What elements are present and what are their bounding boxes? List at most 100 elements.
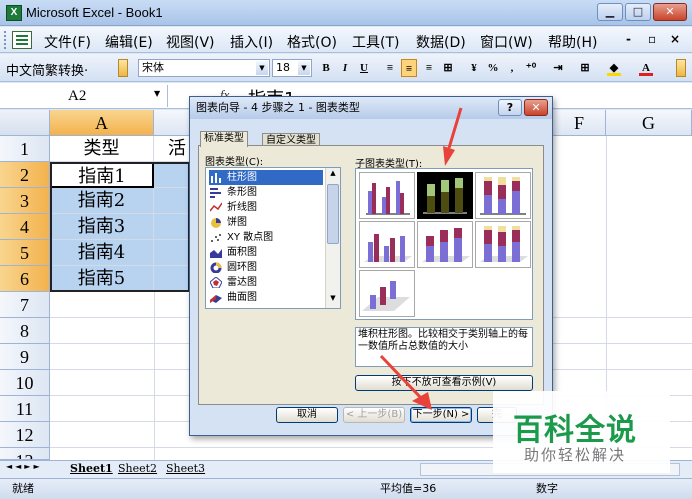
- cell-b4[interactable]: [154, 214, 190, 240]
- font-size-select[interactable]: 18 ▼: [272, 59, 312, 77]
- row-header[interactable]: 13: [0, 448, 50, 460]
- select-all-corner[interactable]: [0, 110, 50, 136]
- menu-help[interactable]: 帮助(H): [548, 32, 597, 52]
- row-header[interactable]: 6: [0, 266, 50, 292]
- menu-format[interactable]: 格式(O): [287, 32, 337, 52]
- tab-sheet2[interactable]: Sheet2: [118, 461, 157, 477]
- tab-standard-types[interactable]: 标准类型: [200, 131, 248, 147]
- doc-restore-button[interactable]: ▫: [648, 32, 656, 46]
- list-scrollbar[interactable]: ▲ ▼: [325, 168, 340, 308]
- scroll-up-icon[interactable]: ▲: [327, 169, 339, 182]
- cell-a6[interactable]: 指南5: [50, 266, 154, 292]
- name-box[interactable]: A2: [0, 85, 168, 107]
- increase-decimal-icon[interactable]: ⁺⁰: [523, 59, 539, 77]
- column-header-g[interactable]: G: [606, 110, 692, 136]
- cell-a5[interactable]: 指南4: [50, 240, 154, 266]
- tab-sheet1[interactable]: Sheet1: [70, 461, 113, 477]
- font-color-icon[interactable]: A: [638, 59, 654, 77]
- menu-window[interactable]: 窗口(W): [480, 32, 533, 52]
- list-item-bar[interactable]: 条形图: [209, 185, 323, 200]
- row-header[interactable]: 12: [0, 422, 50, 448]
- chevron-down-icon[interactable]: ▼: [298, 61, 310, 75]
- list-item-column[interactable]: 柱形图: [209, 170, 323, 185]
- list-item-doughnut[interactable]: 圆环图: [209, 260, 323, 275]
- menu-data[interactable]: 数据(D): [416, 32, 466, 52]
- cell-a1[interactable]: 类型: [50, 136, 154, 162]
- preview-sample-button[interactable]: 按下不放可查看示例(V): [355, 375, 533, 391]
- borders-icon[interactable]: ⊞: [577, 59, 593, 77]
- menu-view[interactable]: 视图(V): [166, 32, 215, 52]
- cell-b1[interactable]: 活: [154, 136, 190, 162]
- cell-b6[interactable]: [154, 266, 190, 292]
- cell-b5[interactable]: [154, 240, 190, 266]
- row-header[interactable]: 3: [0, 188, 50, 214]
- font-name-select[interactable]: 宋体 ▼: [138, 59, 270, 77]
- menu-tools[interactable]: 工具(T): [352, 32, 399, 52]
- merge-center-icon[interactable]: ⊞: [440, 59, 456, 77]
- subtype-3d-column[interactable]: [359, 270, 415, 317]
- tab-sheet3[interactable]: Sheet3: [166, 461, 205, 477]
- doc-close-button[interactable]: ×: [670, 32, 680, 46]
- workbook-icon[interactable]: [12, 31, 32, 49]
- column-header-a[interactable]: A: [50, 110, 154, 136]
- row-header[interactable]: 11: [0, 396, 50, 422]
- cell-b2[interactable]: [154, 162, 190, 188]
- subtype-3d-100-stacked-column[interactable]: [475, 221, 531, 268]
- help-button[interactable]: ?: [498, 99, 522, 116]
- menu-file[interactable]: 文件(F): [44, 32, 91, 52]
- row-header[interactable]: 10: [0, 370, 50, 396]
- cell-b3[interactable]: [154, 188, 190, 214]
- italic-button[interactable]: I: [337, 59, 353, 77]
- doc-minimize-button[interactable]: -: [626, 32, 631, 46]
- maximize-button[interactable]: □: [625, 3, 651, 21]
- menu-insert[interactable]: 插入(I): [230, 32, 273, 52]
- underline-button[interactable]: U: [356, 59, 372, 77]
- list-item-surface[interactable]: 曲面图: [209, 290, 323, 305]
- cancel-button[interactable]: 取消: [276, 407, 338, 423]
- row-header[interactable]: 8: [0, 318, 50, 344]
- menu-edit[interactable]: 编辑(E): [105, 32, 153, 52]
- subtype-clustered-column[interactable]: [359, 172, 415, 219]
- tab-scroll-arrows-icon[interactable]: ◄◄►►: [6, 462, 43, 471]
- list-item-area[interactable]: 面积图: [209, 245, 323, 260]
- indent-icon[interactable]: ⇥: [550, 59, 566, 77]
- subtype-gallery[interactable]: [355, 168, 533, 320]
- list-item-line[interactable]: 折线图: [209, 200, 323, 215]
- row-header[interactable]: 1: [0, 136, 50, 162]
- list-item-pie[interactable]: 饼图: [209, 215, 323, 230]
- scroll-thumb[interactable]: [327, 184, 339, 244]
- list-item-scatter[interactable]: XY 散点图: [209, 230, 323, 245]
- cell-a2[interactable]: 指南1: [50, 162, 154, 188]
- chevron-down-icon[interactable]: ▼: [256, 61, 268, 75]
- chevron-down-icon[interactable]: ▼: [154, 89, 160, 98]
- row-header[interactable]: 4: [0, 214, 50, 240]
- subtype-3d-stacked-column[interactable]: [417, 221, 473, 268]
- cell-a4[interactable]: 指南3: [50, 214, 154, 240]
- subtype-stacked-column[interactable]: [417, 172, 473, 219]
- align-center-icon[interactable]: ≡: [401, 59, 417, 77]
- back-button[interactable]: < 上一步(B): [343, 407, 405, 423]
- subtype-3d-clustered-column[interactable]: [359, 221, 415, 268]
- cell-a3[interactable]: 指南2: [50, 188, 154, 214]
- minimize-button[interactable]: ▁: [597, 3, 623, 21]
- subtype-100-stacked-column[interactable]: [475, 172, 531, 219]
- next-button[interactable]: 下一步(N) >: [410, 407, 472, 423]
- bold-button[interactable]: B: [318, 59, 334, 77]
- convert-button[interactable]: 中文简繁转换·: [6, 60, 88, 79]
- menubar-grip[interactable]: [4, 31, 7, 49]
- row-header[interactable]: 7: [0, 292, 50, 318]
- toolbar-options-icon[interactable]: [118, 59, 128, 77]
- currency-icon[interactable]: ¥: [466, 59, 482, 77]
- comma-button[interactable]: ,: [504, 59, 520, 77]
- dialog-close-button[interactable]: ✕: [524, 99, 548, 116]
- row-header[interactable]: 2: [0, 162, 50, 188]
- align-left-icon[interactable]: ≡: [382, 59, 398, 77]
- list-item-radar[interactable]: 雷达图: [209, 275, 323, 290]
- column-header-b[interactable]: [154, 110, 190, 136]
- close-button[interactable]: ✕: [653, 3, 687, 21]
- row-header[interactable]: 9: [0, 344, 50, 370]
- chart-type-list[interactable]: 柱形图 条形图 折线图 饼图 XY 散点图 面积图 圆环图 雷达图 曲面图 ▲ …: [205, 167, 341, 309]
- toolbar-options-icon[interactable]: [676, 59, 686, 77]
- fill-color-icon[interactable]: ◆: [606, 59, 622, 77]
- percent-button[interactable]: %: [485, 59, 501, 77]
